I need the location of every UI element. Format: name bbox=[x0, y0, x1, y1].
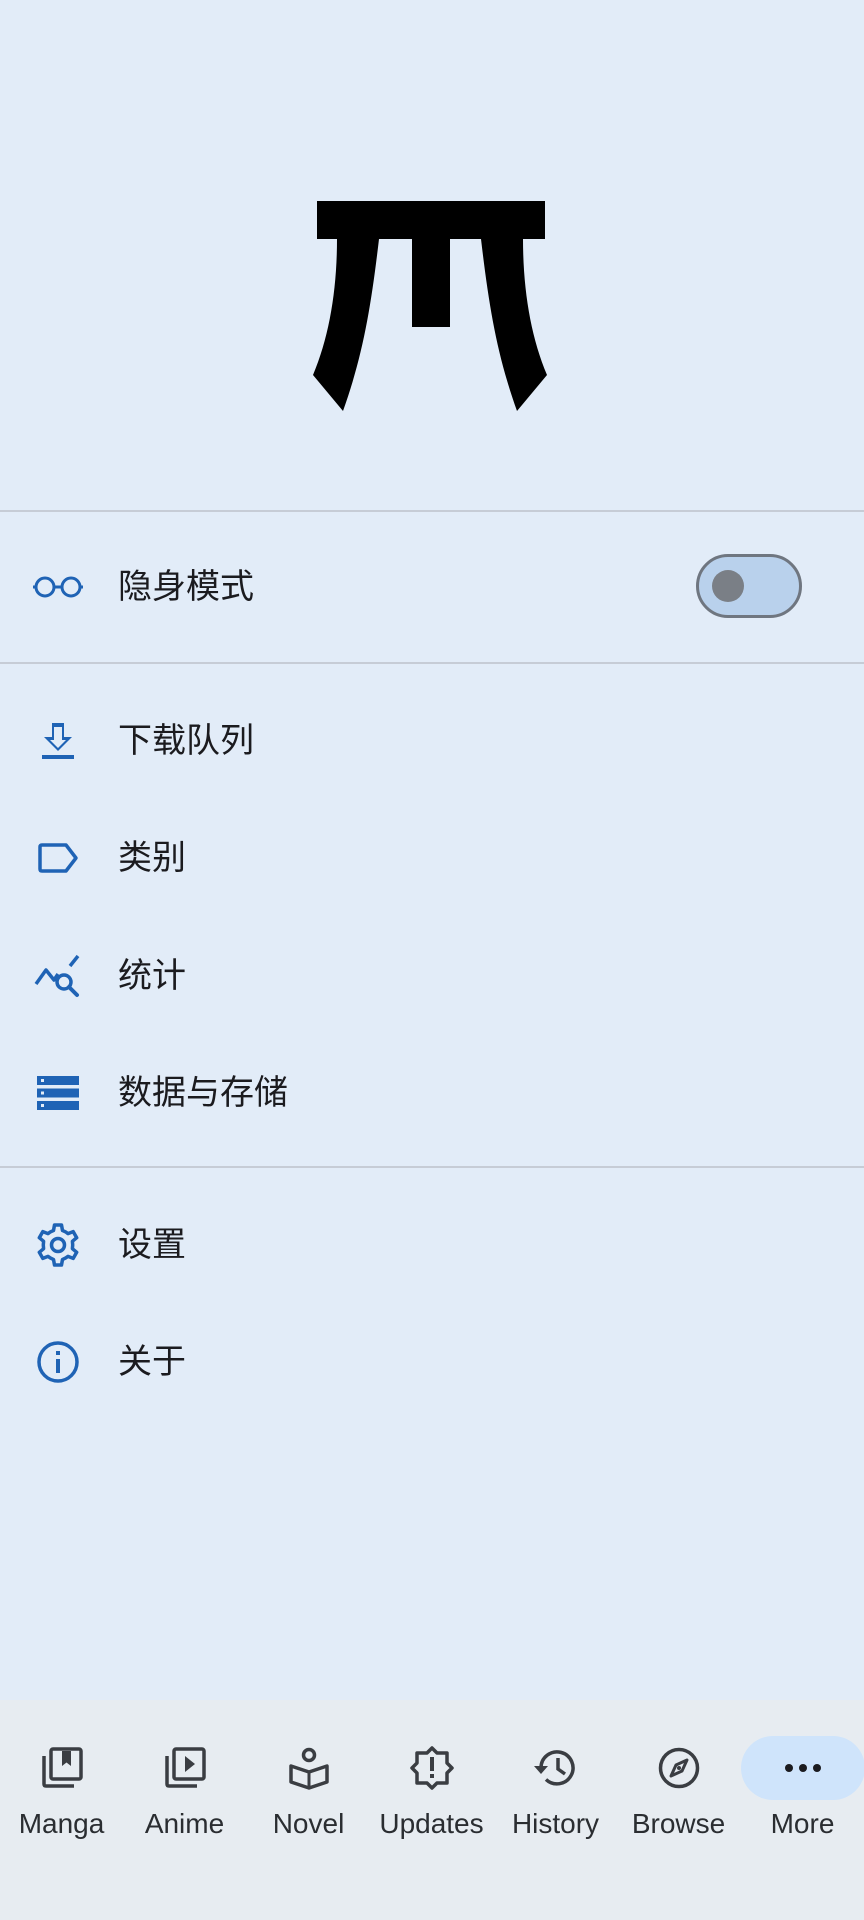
novel-icon bbox=[247, 1736, 371, 1800]
more-icon bbox=[740, 1736, 864, 1800]
menu-item-label: 类别 bbox=[118, 838, 186, 878]
nav-item-manga[interactable]: Manga bbox=[0, 1700, 123, 1850]
info-icon bbox=[30, 1334, 86, 1390]
incognito-mode-label: 隐身模式 bbox=[118, 567, 254, 607]
updates-icon bbox=[370, 1736, 494, 1800]
nav-label: More bbox=[770, 1808, 835, 1839]
divider-middle bbox=[0, 662, 864, 664]
nav-item-browse[interactable]: Browse bbox=[617, 1700, 740, 1850]
manga-icon bbox=[0, 1736, 124, 1800]
nav-label: Anime bbox=[144, 1808, 225, 1839]
anime-icon bbox=[123, 1736, 247, 1800]
nav-label: Browse bbox=[631, 1808, 726, 1839]
browse-icon bbox=[617, 1736, 741, 1800]
gear-icon bbox=[30, 1217, 86, 1273]
menu-item-label: 设置 bbox=[118, 1225, 186, 1265]
download-icon bbox=[30, 713, 86, 769]
toggle-knob bbox=[712, 570, 744, 602]
nav-label: Novel bbox=[272, 1808, 345, 1839]
nav-item-updates[interactable]: Updates bbox=[370, 1700, 493, 1850]
menu-item-label: 数据与存储 bbox=[118, 1073, 288, 1113]
history-icon bbox=[494, 1736, 618, 1800]
menu-item-label: 统计 bbox=[118, 956, 186, 996]
menu-item-statistics[interactable]: 统计 bbox=[0, 918, 864, 1034]
bottom-navigation: Manga Anime Novel Updates History Browse… bbox=[0, 1700, 864, 1920]
label-icon bbox=[30, 830, 86, 886]
menu-item-label: 关于 bbox=[118, 1342, 186, 1382]
storage-icon bbox=[30, 1065, 86, 1121]
menu-item-data-storage[interactable]: 数据与存储 bbox=[0, 1035, 864, 1151]
nav-item-anime[interactable]: Anime bbox=[123, 1700, 246, 1850]
menu-item-categories[interactable]: 类别 bbox=[0, 800, 864, 916]
divider-top bbox=[0, 510, 864, 512]
app-logo-icon bbox=[313, 201, 547, 411]
menu-item-about[interactable]: 关于 bbox=[0, 1304, 864, 1420]
nav-item-more[interactable]: More bbox=[740, 1700, 864, 1850]
menu-item-download-queue[interactable]: 下载队列 bbox=[0, 683, 864, 799]
incognito-toggle[interactable] bbox=[696, 554, 802, 618]
glasses-icon bbox=[30, 559, 86, 615]
nav-item-novel[interactable]: Novel bbox=[247, 1700, 370, 1850]
nav-item-history[interactable]: History bbox=[494, 1700, 617, 1850]
nav-label: Updates bbox=[379, 1808, 484, 1839]
nav-label: History bbox=[511, 1808, 600, 1839]
stats-icon bbox=[30, 948, 86, 1004]
menu-item-label: 下载队列 bbox=[118, 721, 254, 761]
app-header bbox=[0, 0, 864, 511]
divider-bottom bbox=[0, 1166, 864, 1168]
menu-item-settings[interactable]: 设置 bbox=[0, 1187, 864, 1303]
